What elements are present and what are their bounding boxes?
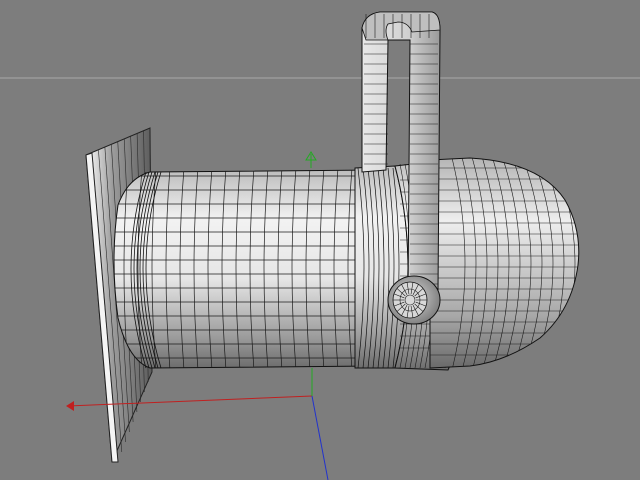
barrel-ring-band xyxy=(354,165,409,369)
x-axis-arrow xyxy=(66,401,74,411)
viewport-canvas[interactable] xyxy=(0,0,640,480)
back-dome[interactable] xyxy=(429,150,590,378)
z-axis-line xyxy=(311,395,329,480)
barrel-body[interactable] xyxy=(110,168,380,370)
3d-viewport[interactable] xyxy=(0,0,640,480)
tilt-knob[interactable] xyxy=(387,275,441,325)
x-axis-line xyxy=(67,395,313,407)
